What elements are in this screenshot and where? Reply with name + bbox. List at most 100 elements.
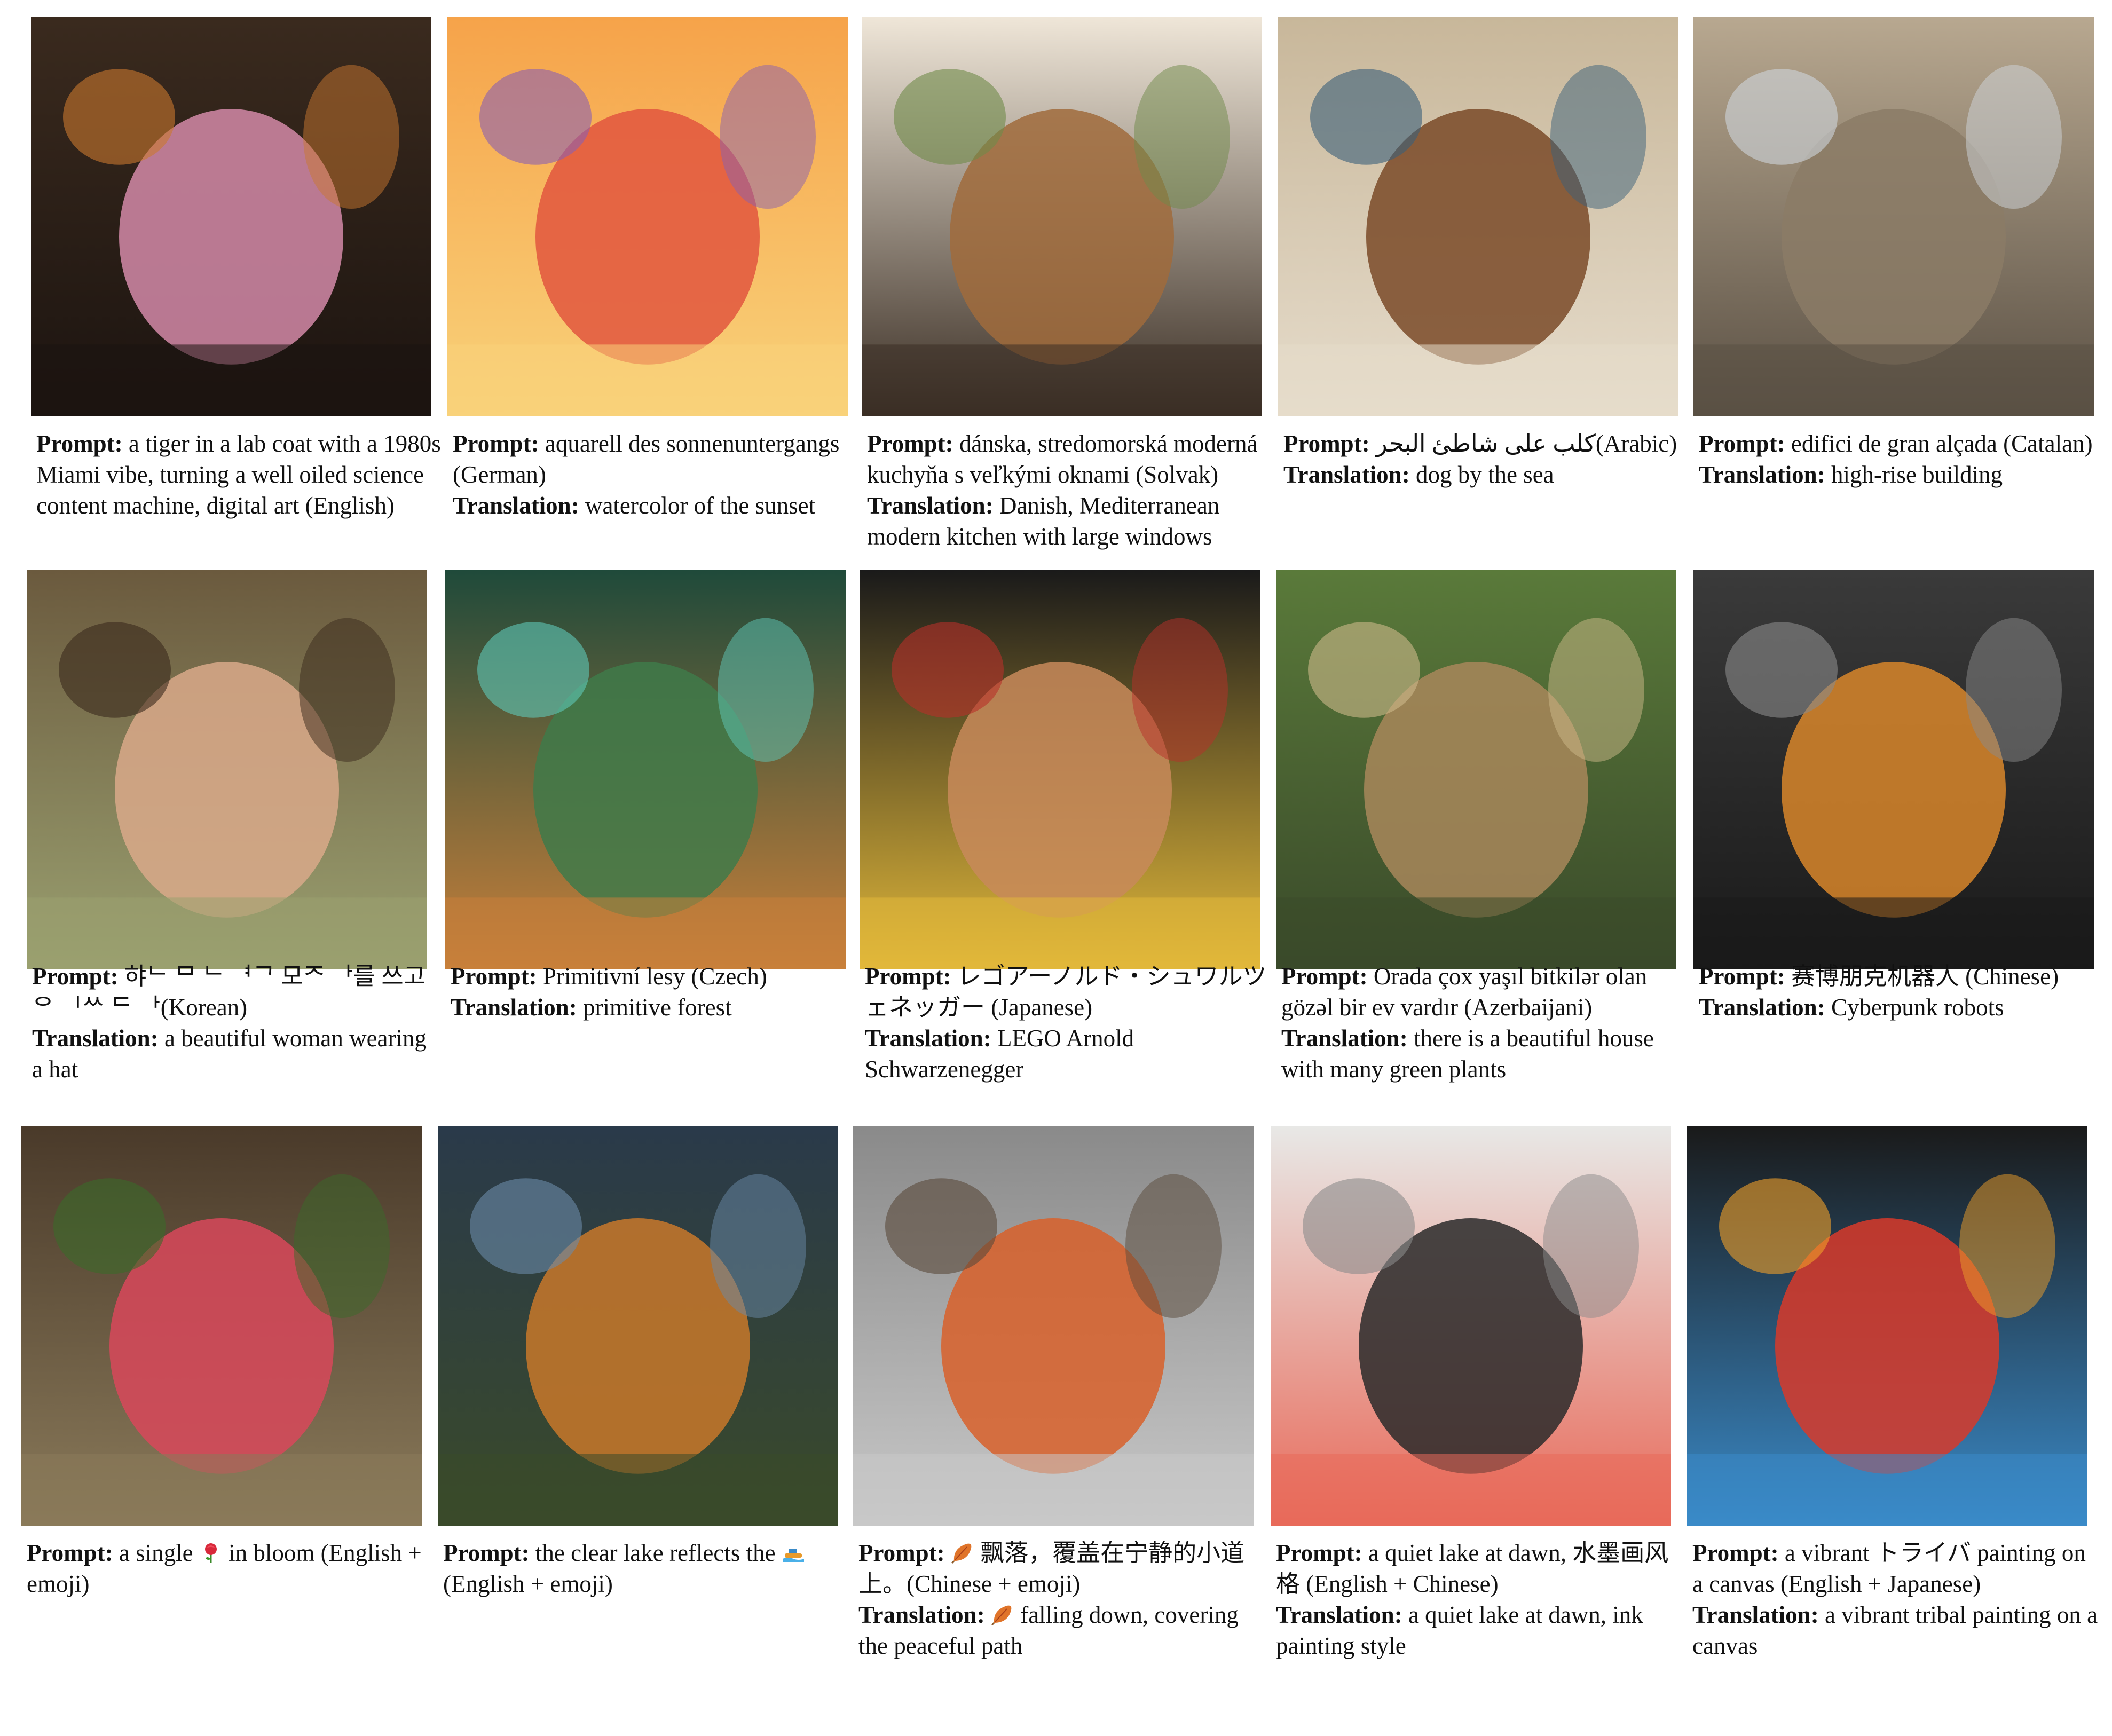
prompt-line: Prompt: Orada çox yaşıl bitkilər olan gö… [1281, 961, 1687, 1023]
translation-line: Translation: there is a beautiful house … [1281, 1023, 1687, 1085]
tribal-painting-image [1687, 1126, 2087, 1526]
translation-label: Translation: [1283, 461, 1410, 488]
prompt-label: Prompt: [443, 1540, 530, 1566]
autumn-path-image [853, 1126, 1254, 1526]
caption: Prompt: 赛博朋克机器人 (Chinese) Translation: Cy… [1699, 961, 2105, 1023]
translation-text: high-rise building [1831, 461, 2003, 488]
caption: Prompt: a vibrant トライバ painting on a can… [1692, 1537, 2098, 1661]
translation-text: watercolor of the sunset [585, 492, 816, 519]
prompt-line: Prompt: 飘落，覆盖在宁静的小道上。(Chinese + emoji) [858, 1537, 1264, 1599]
caption: Prompt: 햐ᄂ ᄆ ᄂ ᅧᄀ 모ᄌ ᅡ를 쓰고 ᄋ ᅵᄊ ᄃ ᅡ(Kore… [32, 961, 438, 1085]
translation-text: primitive forest [582, 994, 732, 1021]
prompt-line: Prompt: a vibrant トライバ painting on a can… [1692, 1537, 2098, 1599]
prompt-line: Prompt: a single in bloom (English + emo… [27, 1537, 432, 1599]
translation-line: Translation: a quiet lake at dawn, ink p… [1276, 1599, 1682, 1661]
rose-image [21, 1126, 422, 1526]
translation-label: Translation: [32, 1025, 159, 1052]
caption: Prompt: レゴアーノルド・シュワルツェネッガー (Japanese) Tra… [865, 961, 1271, 1085]
prompt-text: (English + emoji) [443, 1571, 613, 1597]
translation-line: Translation: Cyberpunk robots [1699, 992, 2105, 1023]
translation-label: Translation: [865, 1025, 991, 1052]
translation-label: Translation: [1692, 1601, 1819, 1628]
prompt-line: Prompt: レゴアーノルド・シュワルツェネッガー (Japanese) [865, 961, 1271, 1023]
caption: Prompt: Primitivní lesy (Czech) Translati… [451, 961, 856, 1023]
house-with-plants-image [1276, 570, 1676, 969]
translation-line: Translation: primitive forest [451, 992, 856, 1023]
prompt-label: Prompt: [1699, 963, 1785, 990]
boat-emoji [782, 1541, 805, 1564]
prompt-label: Prompt: [1699, 430, 1785, 457]
caption: Prompt: Orada çox yaşıl bitkilər olan gö… [1281, 961, 1687, 1085]
translation-label: Translation: [453, 492, 579, 519]
caption: Prompt: aquarell des sonnenuntergangs (G… [453, 428, 858, 521]
lake-boat-image [438, 1126, 838, 1526]
prompt-line: Prompt: the clear lake reflects the (Eng… [443, 1537, 849, 1599]
prompt-line: Prompt: a quiet lake at dawn, 水墨画风格 (Eng… [1276, 1537, 1682, 1599]
translation-line: Translation: Danish, Mediterranean moder… [867, 490, 1273, 552]
prompt-text: 赛博朋克机器人 (Chinese) [1791, 963, 2059, 990]
prompt-text: Primitivní lesy (Czech) [542, 963, 767, 990]
translation-label: Translation: [1699, 994, 1825, 1021]
translation-label: Translation: [858, 1601, 985, 1628]
prompt-line: Prompt: edifici de gran alçada (Catalan) [1699, 428, 2105, 459]
translation-label: Translation: [451, 994, 577, 1021]
kitchen-image [862, 17, 1262, 416]
caption: Prompt: a single in bloom (English + emo… [27, 1537, 432, 1599]
prompt-label: Prompt: [858, 1540, 945, 1566]
leaf-emoji [991, 1603, 1014, 1626]
caption: Prompt: the clear lake reflects the (Eng… [443, 1537, 849, 1599]
primitive-forest-image [445, 570, 846, 969]
high-rise-building-image [1693, 17, 2094, 416]
prompt-text: كلب على شاطئ البحر(Arabic) [1375, 430, 1677, 457]
caption: Prompt: 飘落，覆盖在宁静的小道上。(Chinese + emoji) Tr… [858, 1537, 1264, 1661]
prompt-label: Prompt: [36, 430, 123, 457]
prompt-label: Prompt: [1692, 1540, 1779, 1566]
prompt-line: Prompt: Primitivní lesy (Czech) [451, 961, 856, 992]
caption: Prompt: كلب على شاطئ البحر(Arabic) Transl… [1283, 428, 1689, 490]
translation-label: Translation: [867, 492, 994, 519]
prompt-label: Prompt: [453, 430, 539, 457]
prompt-line: Prompt: 햐ᄂ ᄆ ᄂ ᅧᄀ 모ᄌ ᅡ를 쓰고 ᄋ ᅵᄊ ᄃ ᅡ(Kore… [32, 961, 438, 1023]
translation-line: Translation: watercolor of the sunset [453, 490, 858, 521]
dog-on-beach-image [1278, 17, 1678, 416]
prompt-line: Prompt: aquarell des sonnenuntergangs (G… [453, 428, 858, 490]
leaf-emoji [951, 1541, 974, 1564]
lego-figure-image [860, 570, 1260, 969]
prompt-line: Prompt: كلب على شاطئ البحر(Arabic) [1283, 428, 1689, 459]
watercolor-sunset-image [447, 17, 848, 416]
translation-line: Translation: falling down, covering the … [858, 1599, 1264, 1661]
cyberpunk-robot-image [1693, 570, 2094, 969]
rose-emoji [199, 1541, 223, 1564]
translation-text: dog by the sea [1415, 461, 1554, 488]
translation-line: Translation: a vibrant tribal painting o… [1692, 1599, 2098, 1661]
caption: Prompt: edifici de gran alçada (Catalan)… [1699, 428, 2105, 490]
prompt-label: Prompt: [865, 963, 951, 990]
prompt-label: Prompt: [451, 963, 537, 990]
prompt-label: Prompt: [27, 1540, 113, 1566]
tiger-in-lab-coat-image [31, 17, 431, 416]
woman-in-hat-image [27, 570, 427, 969]
translation-line: Translation: dog by the sea [1283, 459, 1689, 490]
prompt-label: Prompt: [867, 430, 953, 457]
translation-label: Translation: [1281, 1025, 1408, 1052]
translation-line: Translation: high-rise building [1699, 459, 2105, 490]
prompt-text: edifici de gran alçada (Catalan) [1791, 430, 2093, 457]
prompt-line: Prompt: dánska, stredomorská moderná kuc… [867, 428, 1273, 490]
caption: Prompt: dánska, stredomorská moderná kuc… [867, 428, 1273, 552]
image-grid-figure: Prompt: a tiger in a lab coat with a 198… [0, 0, 2112, 1736]
prompt-line: Prompt: 赛博朋克机器人 (Chinese) [1699, 961, 2105, 992]
prompt-label: Prompt: [1281, 963, 1368, 990]
prompt-text: the clear lake reflects the [535, 1540, 776, 1566]
translation-label: Translation: [1276, 1601, 1402, 1628]
translation-label: Translation: [1699, 461, 1825, 488]
prompt-label: Prompt: [1283, 430, 1370, 457]
translation-line: Translation: LEGO Arnold Schwarzenegger [865, 1023, 1271, 1085]
ink-lake-image [1271, 1126, 1671, 1526]
caption: Prompt: a quiet lake at dawn, 水墨画风格 (Eng… [1276, 1537, 1682, 1661]
prompt-text: a single [119, 1540, 193, 1566]
prompt-label: Prompt: [1276, 1540, 1362, 1566]
prompt-line: Prompt: a tiger in a lab coat with a 198… [36, 428, 442, 521]
prompt-label: Prompt: [32, 963, 119, 990]
translation-text: Cyberpunk robots [1831, 994, 2004, 1021]
caption: Prompt: a tiger in a lab coat with a 198… [36, 428, 442, 521]
